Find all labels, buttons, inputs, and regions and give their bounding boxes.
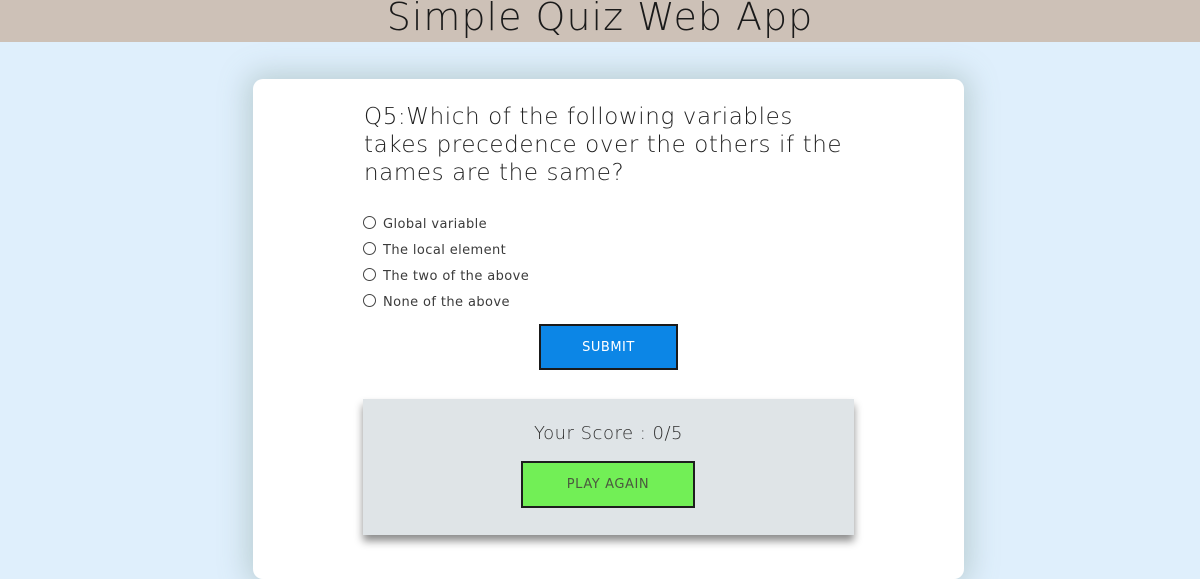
option-none-of-above[interactable]: None of the above xyxy=(363,289,529,315)
score-panel: Your Score : 0/5 PLAY AGAIN xyxy=(363,399,854,535)
radio-button[interactable] xyxy=(363,293,376,307)
radio-button[interactable] xyxy=(363,267,376,281)
answer-options: Global variable The local element The tw… xyxy=(363,211,529,315)
option-label: The local element xyxy=(383,242,507,258)
option-local-element[interactable]: The local element xyxy=(363,237,529,263)
option-global-variable[interactable]: Global variable xyxy=(363,211,529,237)
question-text: Q5:Which of the following variables take… xyxy=(364,104,843,186)
radio-button[interactable] xyxy=(363,215,376,229)
score-text: Your Score : 0/5 xyxy=(533,423,684,444)
option-label: None of the above xyxy=(383,294,510,310)
radio-button[interactable] xyxy=(363,241,376,255)
submit-button[interactable]: SUBMIT xyxy=(539,324,678,370)
option-label: The two of the above xyxy=(383,268,530,284)
play-again-button[interactable]: PLAY AGAIN xyxy=(521,461,695,508)
app-title: Simple Quiz Web App xyxy=(386,0,814,39)
app-header: Simple Quiz Web App xyxy=(0,0,1200,42)
option-two-of-above[interactable]: The two of the above xyxy=(363,263,529,289)
option-label: Global variable xyxy=(383,216,488,232)
quiz-card: Q5:Which of the following variables take… xyxy=(253,79,964,579)
